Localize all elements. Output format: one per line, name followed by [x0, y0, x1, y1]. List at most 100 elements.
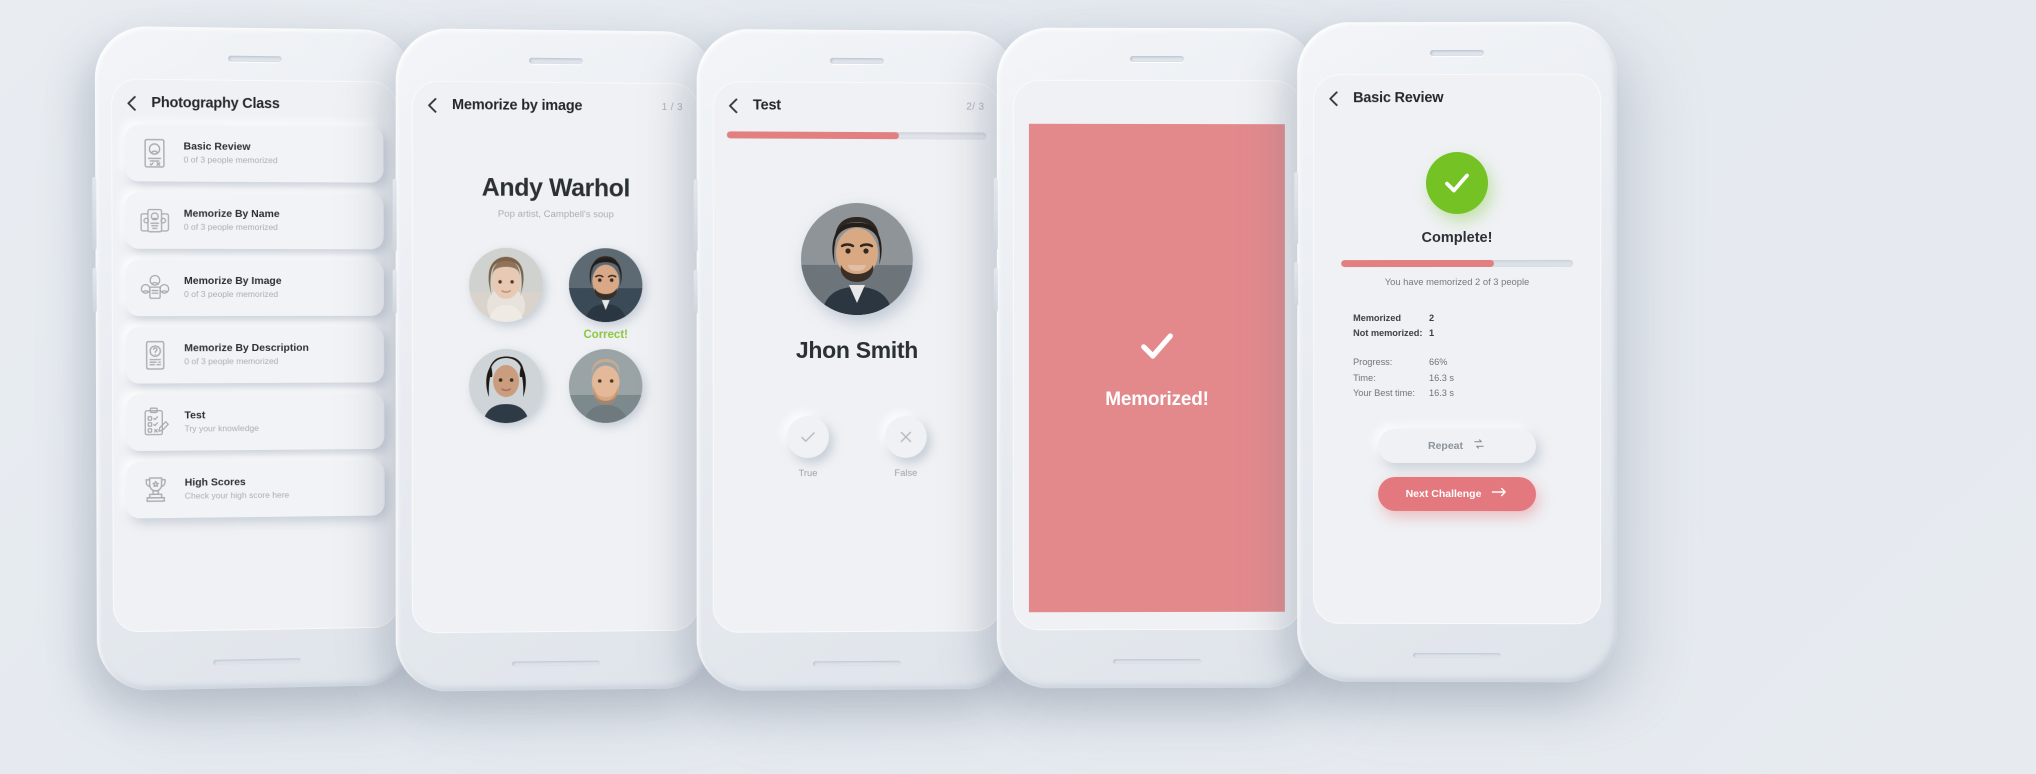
- home-indicator: [213, 658, 301, 665]
- home-indicator: [1413, 652, 1502, 659]
- phone-mockup-stage: Photography Class Basic Review 0 of 3 pe…: [0, 0, 2036, 774]
- avatar[interactable]: [469, 247, 544, 322]
- id-card-icon: [137, 136, 171, 170]
- refresh-icon: [1472, 437, 1486, 454]
- menu-item-title: High Scores: [184, 475, 246, 489]
- results-counts: Memorized 2 Not memorized: 1 Progress: 6…: [1353, 311, 1561, 401]
- next-challenge-button[interactable]: Next Challenge: [1378, 476, 1537, 511]
- page-title: Test: [752, 97, 781, 114]
- home-indicator: [1112, 658, 1201, 665]
- menu-item-memorize-by-image[interactable]: Memorize By Image 0 of 3 people memorize…: [125, 259, 385, 317]
- phone-memorized-confirmation: Memorized!: [996, 27, 1317, 689]
- answer-label: True: [798, 467, 818, 479]
- page-title: Photography Class: [151, 94, 280, 113]
- screen-memorized: Memorized!: [1012, 79, 1301, 631]
- repeat-button-label: Repeat: [1427, 439, 1463, 452]
- menu-item-title: Memorize By Name: [183, 207, 280, 220]
- screen-photography-class: Photography Class Basic Review 0 of 3 pe…: [111, 78, 399, 633]
- answer-false[interactable]: False: [884, 415, 927, 478]
- progress-bar-fill: [1341, 259, 1495, 268]
- check-circle-icon: [1426, 151, 1489, 215]
- home-indicator: [813, 660, 901, 667]
- phone-memorize-by-image: Memorize by image 1 / 3 Andy Warhol Pop …: [395, 28, 715, 692]
- menu-item-title: Memorize By Description: [184, 341, 309, 354]
- stat-key: Memorized: [1353, 313, 1402, 324]
- navigation-bar: Basic Review: [1313, 74, 1601, 111]
- stat-value: 2: [1429, 313, 1435, 324]
- answer-true[interactable]: True: [786, 416, 830, 479]
- avatar[interactable]: [568, 248, 643, 323]
- stat-row: Memorized 2: [1353, 311, 1561, 326]
- question-counter: 2/ 3: [966, 101, 985, 113]
- phone-basic-review-complete: Basic Review Complete! You have memorize…: [1297, 21, 1618, 683]
- question-counter: 1 / 3: [661, 101, 683, 113]
- page-title: Basic Review: [1353, 90, 1444, 107]
- stat-key: Time:: [1353, 372, 1376, 383]
- menu-item-test[interactable]: Test Try your knowledge: [126, 393, 385, 452]
- test-person-photo: [801, 202, 913, 316]
- back-icon[interactable]: [1327, 90, 1343, 106]
- screen-memorize-by-image: Memorize by image 1 / 3 Andy Warhol Pop …: [411, 80, 699, 634]
- earpiece-speaker: [228, 55, 282, 63]
- menu-item-subtitle: 0 of 3 people memorized: [184, 289, 279, 300]
- stat-value: 16.3 s: [1429, 372, 1455, 383]
- stat-value: 66%: [1429, 357, 1448, 368]
- menu-item-title: Test: [184, 409, 206, 422]
- correct-label: Correct!: [583, 329, 628, 342]
- back-icon[interactable]: [426, 97, 442, 113]
- person-description: Pop artist, Campbell's soup: [497, 208, 614, 221]
- trophy-icon: [139, 473, 173, 508]
- phone-test: Test 2/ 3 Jhon Smith True False: [696, 28, 1017, 692]
- results-stats: Progress: 66% Time: 16.3 s Your Best tim…: [1353, 355, 1561, 401]
- photo-choice-4[interactable]: [568, 349, 643, 423]
- check-icon[interactable]: [786, 416, 830, 459]
- navigation-bar: Photography Class: [111, 78, 397, 117]
- photo-choice-2[interactable]: Correct!: [568, 248, 643, 342]
- photo-choice-1[interactable]: [469, 247, 544, 341]
- progress-bar-fill: [726, 131, 899, 140]
- stat-key: Your Best time:: [1353, 387, 1415, 398]
- memorized-overlay: Memorized!: [1028, 123, 1285, 613]
- next-challenge-label: Next Challenge: [1405, 487, 1482, 500]
- stat-key: Not memorized:: [1353, 328, 1423, 339]
- back-icon[interactable]: [125, 95, 141, 111]
- navigation-bar: Test 2/ 3: [713, 81, 1001, 119]
- menu-item-subtitle: Try your knowledge: [184, 423, 259, 434]
- stat-row: Time: 16.3 s: [1353, 371, 1561, 386]
- menu-item-subtitle: 0 of 3 people memorized: [183, 222, 278, 233]
- menu-item-title: Memorize By Image: [183, 274, 282, 287]
- progress-bar: [1341, 259, 1574, 268]
- test-person-name: Jhon Smith: [795, 336, 918, 364]
- answer-label: False: [894, 466, 918, 478]
- repeat-button[interactable]: Repeat: [1378, 428, 1537, 463]
- home-indicator: [512, 660, 600, 667]
- menu-item-memorize-by-name[interactable]: Memorize By Name 0 of 3 people memorized: [125, 192, 384, 250]
- avatar[interactable]: [469, 348, 544, 424]
- photo-choice-grid: Correct!: [456, 247, 655, 424]
- close-icon[interactable]: [884, 415, 927, 458]
- back-icon[interactable]: [727, 97, 743, 113]
- earpiece-speaker: [529, 57, 583, 65]
- check-icon: [1137, 325, 1177, 370]
- menu-item-subtitle: 0 of 3 people memorized: [183, 154, 278, 166]
- stat-value: 16.3 s: [1429, 387, 1455, 398]
- earpiece-speaker: [1129, 55, 1184, 63]
- menu-item-subtitle: 0 of 3 people memorized: [184, 356, 279, 367]
- stat-key: Progress:: [1353, 357, 1393, 368]
- complete-title: Complete!: [1421, 229, 1493, 247]
- screen-complete: Basic Review Complete! You have memorize…: [1313, 73, 1602, 625]
- screen-test: Test 2/ 3 Jhon Smith True False: [712, 81, 1001, 633]
- stat-row: Progress: 66%: [1353, 355, 1561, 370]
- menu-item-high-scores[interactable]: High Scores Check your high score here: [126, 459, 385, 519]
- page-title: Memorize by image: [452, 97, 583, 115]
- lesson-menu-list: Basic Review 0 of 3 people memorized Mem…: [111, 115, 398, 519]
- avatar[interactable]: [568, 349, 643, 423]
- stat-row: Not memorized: 1: [1353, 326, 1561, 341]
- progress-bar: [726, 131, 987, 140]
- menu-item-basic-review[interactable]: Basic Review 0 of 3 people memorized: [125, 124, 384, 183]
- answer-buttons: True False: [713, 415, 1001, 479]
- summary-text: You have memorized 2 of 3 people: [1384, 275, 1530, 288]
- menu-item-memorize-by-description[interactable]: Memorize By Description 0 of 3 people me…: [126, 326, 385, 384]
- arrow-right-icon: [1491, 486, 1508, 501]
- photo-choice-3[interactable]: [469, 348, 544, 424]
